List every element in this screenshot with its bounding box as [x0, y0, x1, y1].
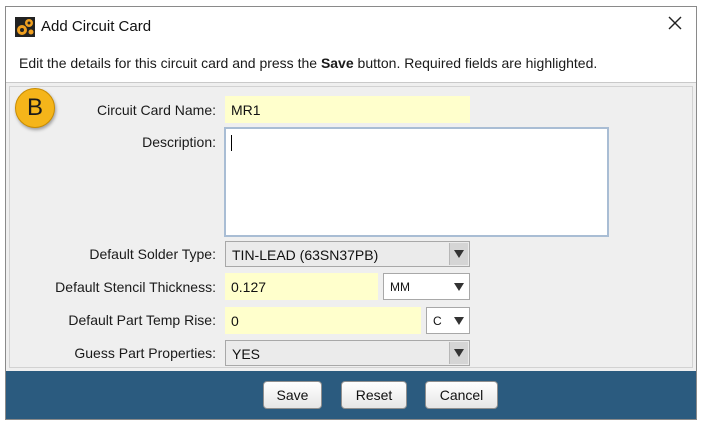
instruction-text: Edit the details for this circuit card a… — [19, 55, 597, 71]
stencil-thickness-field[interactable]: 0.127 — [225, 273, 378, 300]
name-label: Circuit Card Name: — [96, 102, 216, 118]
chevron-down-icon — [450, 275, 468, 298]
text-caret — [231, 135, 232, 151]
stencil-unit-value: MM — [390, 280, 410, 294]
chevron-down-icon — [449, 342, 468, 364]
guess-properties-value: YES — [232, 346, 261, 362]
chevron-down-icon — [450, 309, 468, 332]
guess-label: Guess Part Properties: — [74, 345, 216, 361]
dialog-window: Add Circuit Card Edit the details for th… — [5, 6, 697, 420]
name-field[interactable]: MR1 — [225, 96, 470, 123]
close-button[interactable] — [660, 11, 690, 39]
close-icon — [668, 16, 682, 35]
window-title: Add Circuit Card — [41, 18, 152, 35]
cancel-button[interactable]: Cancel — [425, 381, 498, 409]
stencil-label: Default Stencil Thickness: — [55, 279, 216, 295]
gears-icon — [15, 17, 35, 37]
temp-rise-field[interactable]: 0 — [225, 307, 421, 334]
reset-button[interactable]: Reset — [341, 381, 407, 409]
save-button[interactable]: Save — [263, 381, 322, 409]
temp-label: Default Part Temp Rise: — [68, 312, 216, 328]
solder-label: Default Solder Type: — [89, 246, 216, 262]
instruction-bar: Edit the details for this circuit card a… — [6, 43, 696, 83]
temp-unit-select[interactable]: C — [426, 307, 470, 334]
solder-type-value: TIN-LEAD (63SN37PB) — [232, 247, 379, 263]
button-bar: Save Reset Cancel — [6, 371, 696, 419]
guess-properties-select[interactable]: YES — [225, 340, 470, 366]
temp-unit-value: C — [433, 314, 442, 328]
solder-type-select[interactable]: TIN-LEAD (63SN37PB) — [225, 241, 470, 267]
description-label: Description: — [142, 134, 216, 150]
instruction-prefix: Edit the details for this circuit card a… — [19, 55, 321, 71]
instruction-bold: Save — [320, 55, 354, 71]
description-field[interactable] — [224, 127, 609, 237]
title-bar: Add Circuit Card — [6, 7, 696, 43]
form-area: B Circuit Card Name: MR1 Description: De… — [6, 83, 696, 371]
chevron-down-icon — [449, 243, 468, 265]
instruction-suffix: button. Required fields are highlighted. — [353, 55, 598, 71]
stencil-unit-select[interactable]: MM — [383, 273, 470, 300]
